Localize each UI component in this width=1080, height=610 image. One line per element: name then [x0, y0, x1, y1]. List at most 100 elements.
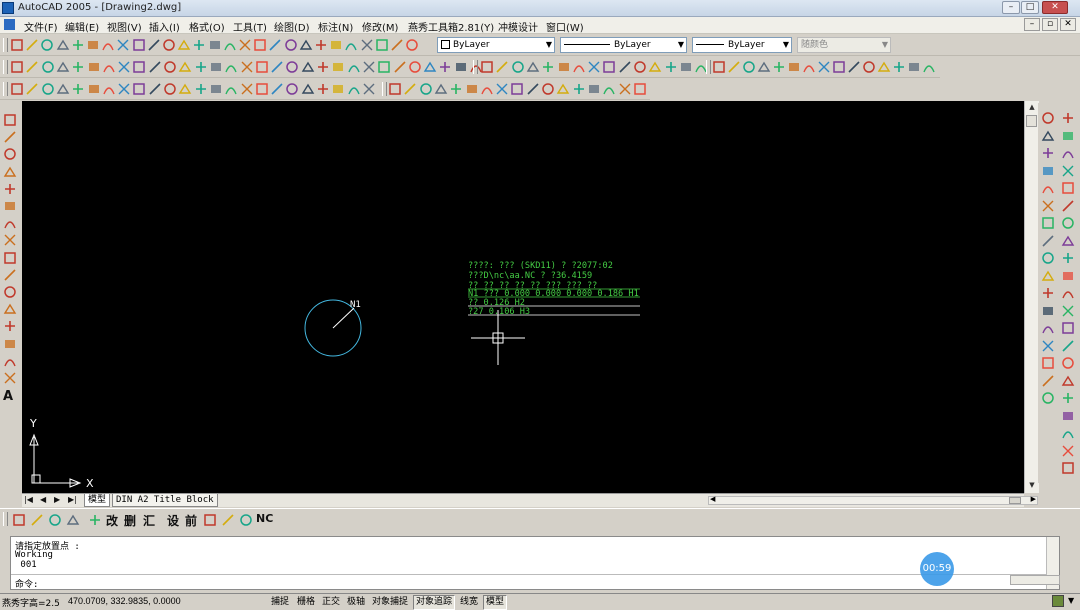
maximize-button[interactable]: □ [1021, 1, 1039, 14]
dimension-tool-icon[interactable] [117, 82, 131, 96]
modify-tool-icon[interactable] [1061, 321, 1075, 335]
draw-tool-icon[interactable] [102, 60, 116, 74]
draw-tool-icon[interactable] [224, 60, 238, 74]
right-tool-icon[interactable] [1041, 356, 1055, 370]
standard-tool-icon[interactable] [329, 38, 343, 52]
close-button[interactable]: ✕ [1042, 1, 1068, 14]
yanxiu-tool-icon[interactable] [419, 82, 433, 96]
dimension-tool-icon[interactable] [56, 82, 70, 96]
draw-tool-icon[interactable] [10, 60, 24, 74]
menu-dimension[interactable]: 标注(N) [318, 19, 353, 34]
left-draw-tool-icon[interactable] [3, 147, 17, 161]
recording-timer-badge[interactable]: 00:59 [920, 552, 954, 586]
left-draw-tool-icon[interactable] [3, 302, 17, 316]
right-tool-icon[interactable] [1041, 321, 1055, 335]
yanxiu-tool-icon[interactable] [465, 82, 479, 96]
modify-tool-icon[interactable] [1061, 356, 1075, 370]
dimension-tool-icon[interactable] [316, 82, 330, 96]
tab-first-button[interactable]: |◀ [24, 495, 33, 504]
object-snap-icon[interactable] [587, 60, 601, 74]
modify-tool-icon[interactable] [1061, 409, 1075, 423]
standard-tool-icon[interactable] [192, 38, 206, 52]
solid-tool-icon[interactable] [832, 60, 846, 74]
menu-yanxiu-tools[interactable]: 燕秀工具箱2.81(Y) [408, 19, 494, 34]
dimension-tool-icon[interactable] [194, 82, 208, 96]
linetype-combo[interactable]: ByLayer ▼ [560, 37, 687, 53]
doc-restore-button[interactable]: ▫ [1042, 18, 1058, 31]
right-tool-icon[interactable] [1041, 339, 1055, 353]
dimension-tool-icon[interactable] [163, 82, 177, 96]
draw-tool-icon[interactable] [117, 60, 131, 74]
yanxiu-tool-icon[interactable] [633, 82, 647, 96]
dimension-tool-icon[interactable] [178, 82, 192, 96]
solid-tool-icon[interactable] [877, 60, 891, 74]
plotstyle-combo[interactable]: 随颜色 ▼ [797, 37, 891, 53]
standard-tool-icon[interactable] [132, 38, 146, 52]
draw-tool-icon[interactable] [285, 60, 299, 74]
standard-tool-icon[interactable] [284, 38, 298, 52]
canvas-horizontal-scrollbar[interactable]: ◀ ▶ [708, 495, 1038, 505]
tray-chevron-icon[interactable]: ▼ [1068, 596, 1074, 605]
toolbar-grip[interactable] [3, 512, 8, 526]
dimension-tool-icon[interactable] [209, 82, 223, 96]
dimension-tool-icon[interactable] [255, 82, 269, 96]
dimension-tool-icon[interactable] [41, 82, 55, 96]
standard-tool-icon[interactable] [375, 38, 389, 52]
standard-tool-icon[interactable] [360, 38, 374, 52]
modify-tool-icon[interactable] [1061, 391, 1075, 405]
toolbar-grip[interactable] [3, 38, 8, 52]
standard-tool-icon[interactable] [162, 38, 176, 52]
solid-tool-icon[interactable] [922, 60, 936, 74]
modify-tool-icon[interactable] [1061, 216, 1075, 230]
right-tool-icon[interactable] [1041, 251, 1055, 265]
layer-combo[interactable]: ByLayer ▼ [437, 37, 555, 53]
draw-tool-icon[interactable] [331, 60, 345, 74]
scroll-down-arrow-icon[interactable]: ▼ [1025, 481, 1039, 489]
draw-tool-icon[interactable] [393, 60, 407, 74]
draw-tool-icon[interactable] [347, 60, 361, 74]
tab-last-button[interactable]: ▶| [68, 495, 77, 504]
draw-tool-icon[interactable] [41, 60, 55, 74]
toolbar-grip[interactable] [473, 60, 478, 74]
menu-file[interactable]: 文件(F) [24, 19, 58, 34]
standard-tool-icon[interactable] [268, 38, 282, 52]
solid-tool-icon[interactable] [712, 60, 726, 74]
yanxiu-tool-icon[interactable] [480, 82, 494, 96]
standard-tool-icon[interactable] [101, 38, 115, 52]
tab-next-button[interactable]: ▶ [54, 495, 60, 504]
solid-tool-icon[interactable] [727, 60, 741, 74]
left-draw-tool-icon[interactable] [3, 182, 17, 196]
yanxiu-tool-icon[interactable] [556, 82, 570, 96]
solid-tool-icon[interactable] [817, 60, 831, 74]
dimension-tool-icon[interactable] [87, 82, 101, 96]
right-tool-icon[interactable] [1041, 234, 1055, 248]
menu-draw[interactable]: 绘图(D) [274, 19, 310, 34]
yanxiu-tool-icon[interactable] [495, 82, 509, 96]
drawing-canvas[interactable]: N1 ????: ??? (SKD11) ? ?2077:02 ???D\nc\… [22, 101, 1024, 493]
tray-settings-icon[interactable] [1052, 595, 1064, 607]
solid-tool-icon[interactable] [772, 60, 786, 74]
scroll-left-arrow-icon[interactable]: ◀ [710, 495, 715, 503]
standard-tool-icon[interactable] [71, 38, 85, 52]
standard-tool-icon[interactable] [86, 38, 100, 52]
left-draw-tool-icon[interactable] [3, 285, 17, 299]
standard-tool-icon[interactable] [238, 38, 252, 52]
left-draw-tool-icon[interactable] [3, 319, 17, 333]
lineweight-combo[interactable]: ByLayer ▼ [692, 37, 792, 53]
toolbar-grip[interactable] [3, 60, 8, 74]
yanxiu-tool-icon[interactable] [388, 82, 402, 96]
standard-tool-icon[interactable] [25, 38, 39, 52]
standard-tool-icon[interactable] [314, 38, 328, 52]
draw-tool-icon[interactable] [25, 60, 39, 74]
object-snap-icon[interactable] [572, 60, 586, 74]
modify-tool-icon[interactable] [1061, 199, 1075, 213]
dimension-tool-icon[interactable] [25, 82, 39, 96]
draw-tool-icon[interactable] [270, 60, 284, 74]
modify-tool-icon[interactable] [1061, 111, 1075, 125]
object-snap-icon[interactable] [664, 60, 678, 74]
modify-tool-icon[interactable] [1061, 234, 1075, 248]
draw-tool-icon[interactable] [240, 60, 254, 74]
object-snap-icon[interactable] [602, 60, 616, 74]
left-draw-tool-icon[interactable] [3, 354, 17, 368]
object-snap-icon[interactable] [495, 60, 509, 74]
